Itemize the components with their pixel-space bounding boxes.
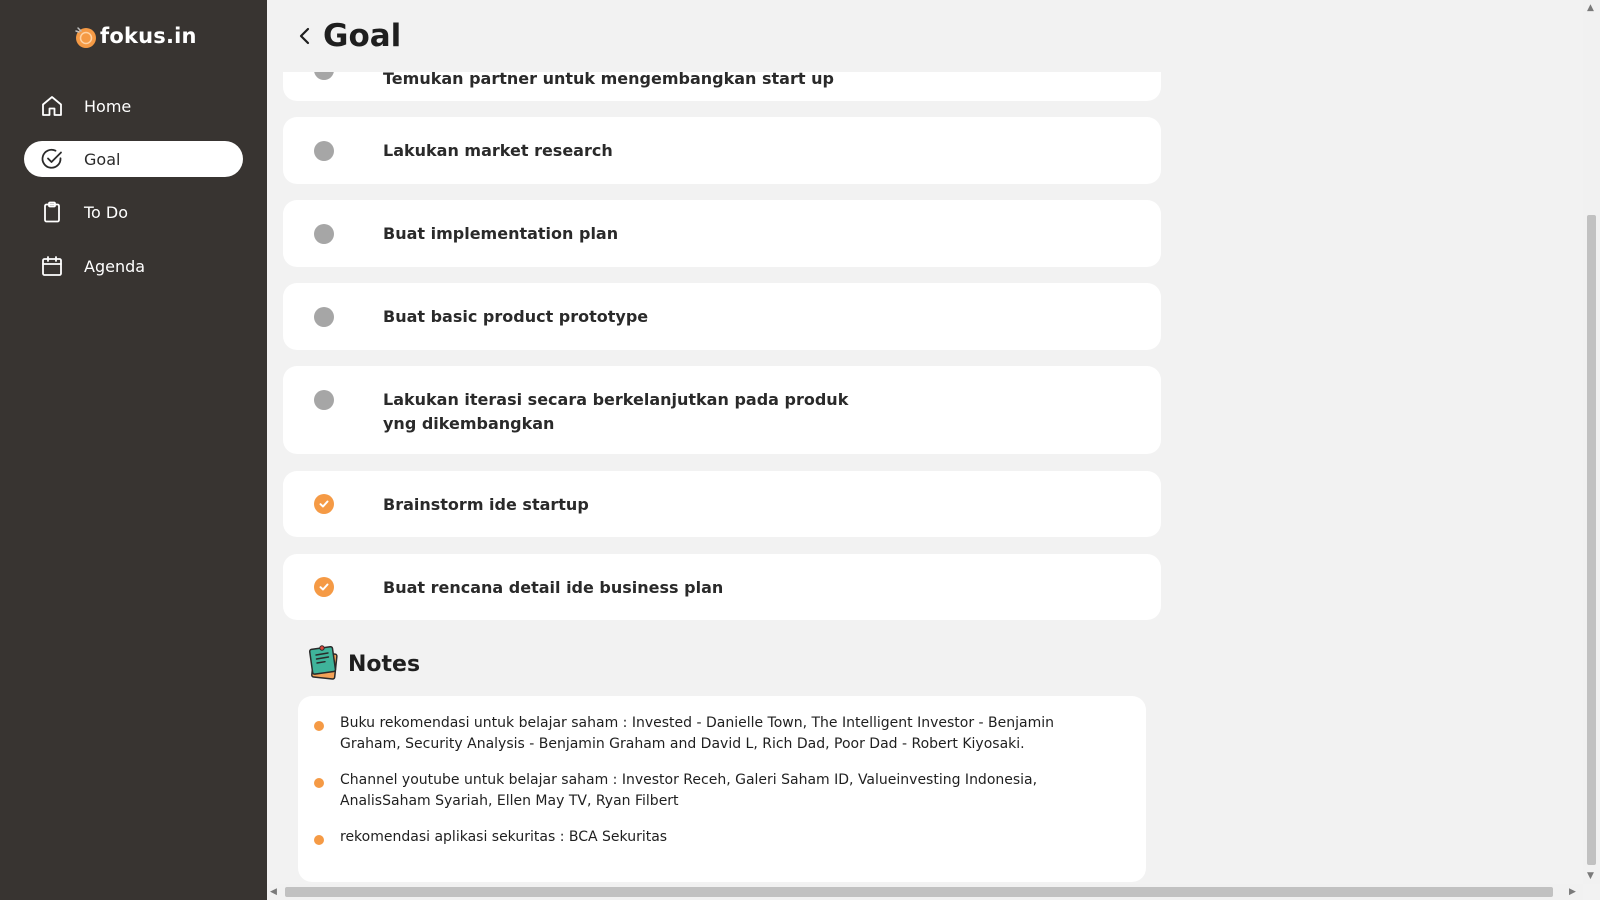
notes-header: Notes	[308, 644, 420, 684]
home-icon	[40, 94, 64, 118]
scroll-up-icon[interactable]: ▲	[1587, 3, 1594, 13]
check-circle-icon	[40, 147, 64, 171]
scroll-down-icon[interactable]: ▼	[1587, 871, 1594, 881]
note-item: Buku rekomendasi untuk belajar saham : I…	[314, 713, 1114, 755]
horizontal-scrollbar[interactable]: ◀ ▶	[267, 884, 1583, 900]
sidebar-item-goal[interactable]: Goal	[24, 141, 243, 177]
sidebar-item-label: To Do	[84, 202, 129, 222]
sidebar-item-home[interactable]: Home	[24, 88, 243, 124]
notepad-icon	[308, 644, 340, 684]
task-status-dot[interactable]	[314, 141, 334, 161]
vertical-scroll-thumb[interactable]	[1587, 215, 1596, 865]
scroll-left-icon[interactable]: ◀	[270, 887, 277, 897]
sidebar-item-todo[interactable]: To Do	[24, 194, 243, 230]
goal-task-card[interactable]: Buat rencana detail ide business plan	[283, 554, 1161, 620]
task-text: Buat rencana detail ide business plan	[383, 578, 724, 597]
note-text: rekomendasi aplikasi sekuritas : BCA Sek…	[340, 829, 668, 845]
sidebar-item-label: Goal	[84, 149, 121, 169]
notes-card: Buku rekomendasi untuk belajar saham : I…	[298, 696, 1146, 882]
note-text: Channel youtube untuk belajar saham : In…	[340, 772, 1038, 809]
sidebar-item-agenda[interactable]: Agenda	[24, 248, 243, 284]
goal-task-card[interactable]: Lakukan market research	[283, 117, 1161, 184]
back-button[interactable]	[293, 24, 317, 48]
page-title: Goal	[323, 18, 402, 54]
main-content: Temukan partner untuk mengembangkan star…	[267, 0, 1583, 884]
check-icon[interactable]	[314, 577, 334, 597]
horizontal-scroll-thumb[interactable]	[285, 887, 1553, 897]
sidebar-item-label: Home	[84, 96, 132, 116]
task-text: Lakukan market research	[383, 141, 613, 160]
note-bullet	[314, 721, 324, 731]
goal-task-card[interactable]: Brainstorm ide startup	[283, 471, 1161, 537]
task-status-dot[interactable]	[314, 390, 334, 410]
goal-task-card[interactable]: Lakukan iterasi secara berkelanjutkan pa…	[283, 366, 1161, 454]
note-text: Buku rekomendasi untuk belajar saham : I…	[340, 715, 1054, 752]
vertical-scrollbar[interactable]: ▲ ▼	[1583, 0, 1600, 884]
check-icon[interactable]	[314, 494, 334, 514]
sidebar-item-label: Agenda	[84, 256, 146, 276]
task-status-dot[interactable]	[314, 307, 334, 327]
scroll-right-icon[interactable]: ▶	[1569, 887, 1576, 897]
task-status-dot[interactable]	[314, 224, 334, 244]
clipboard-icon	[40, 200, 64, 224]
note-bullet	[314, 778, 324, 788]
chevron-left-icon	[299, 27, 310, 45]
logo-icon	[72, 23, 98, 49]
note-item: Channel youtube untuk belajar saham : In…	[314, 770, 1114, 812]
task-text: Lakukan iterasi secara berkelanjutkan pa…	[383, 390, 849, 433]
note-item: rekomendasi aplikasi sekuritas : BCA Sek…	[314, 827, 1114, 848]
goal-task-card[interactable]: Buat implementation plan	[283, 200, 1161, 267]
note-bullet	[314, 835, 324, 845]
task-text: Brainstorm ide startup	[383, 495, 589, 514]
app-logo[interactable]: fokus.in	[72, 18, 197, 54]
logo-text: fokus.in	[100, 24, 197, 48]
sidebar: fokus.in Home Goal To Do Agenda	[0, 0, 267, 900]
task-text: Buat basic product prototype	[383, 307, 649, 326]
notes-title: Notes	[348, 651, 421, 677]
task-text: Buat implementation plan	[383, 224, 619, 243]
page-header: Goal	[267, 0, 1583, 72]
calendar-icon	[40, 254, 64, 278]
goal-task-card[interactable]: Buat basic product prototype	[283, 283, 1161, 350]
